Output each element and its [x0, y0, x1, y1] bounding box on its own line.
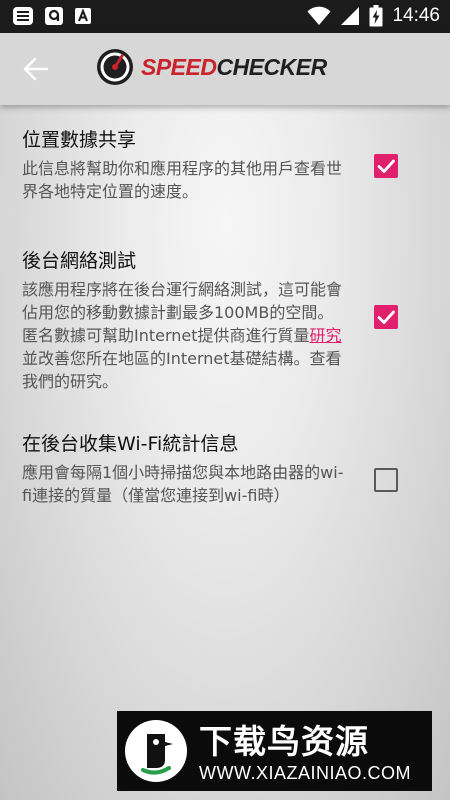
setting-title: 位置數據共享 — [22, 129, 137, 151]
watermark-url: WWW.XIAZAINIAO.COM — [199, 763, 411, 783]
wifi-icon — [307, 6, 331, 25]
font-notification-icon — [75, 8, 91, 24]
app-bar: SPEEDCHECKER — [0, 33, 450, 105]
location-sharing-checkbox[interactable] — [374, 154, 398, 178]
app-notification-icon — [45, 7, 63, 25]
watermark-title: 下载鸟资源 — [199, 722, 369, 761]
battery-charging-icon — [369, 5, 383, 27]
logo-checker-text: CHECKER — [216, 53, 327, 80]
wifi-stats-checkbox[interactable] — [374, 468, 398, 492]
arrow-left-icon — [23, 57, 49, 81]
background-network-test-checkbox[interactable] — [374, 305, 398, 329]
setting-description: 此信息將幫助你和應用程序的其他用戶查看世界各地特定位置的速度。 — [22, 159, 343, 201]
setting-description: 應用會每隔1個小時掃描您與本地路由器的wi-fi連接的質量（僅當您連接到wi-f… — [22, 463, 344, 505]
logo-speed-text: SPEED — [141, 53, 217, 80]
checkmark-icon — [377, 310, 395, 324]
notification-list-icon — [13, 7, 33, 25]
status-bar: 14:46 — [0, 0, 450, 33]
bird-icon — [141, 734, 173, 775]
status-bar-system: 14:46 — [307, 5, 440, 27]
watermark-banner: 下载鸟资源 WWW.XIAZAINIAO.COM — [117, 711, 432, 791]
setting-title: 後台網絡測試 — [22, 250, 137, 272]
setting-description: 該應用程序將在後台運行網絡測試，這可能會佔用您的移動數據計劃最多100MB的空間… — [22, 278, 352, 393]
watermark-logo — [125, 720, 187, 782]
checkmark-icon — [377, 159, 395, 173]
description-text: 並改善您所在地區的Internet基礎結構。查看我們的研究。 — [22, 349, 342, 391]
status-bar-notifications — [12, 6, 92, 26]
speedometer-icon — [97, 49, 133, 85]
logo-wordmark: SPEEDCHECKER — [141, 54, 327, 81]
research-link[interactable]: 研究 — [310, 326, 342, 345]
status-time: 14:46 — [392, 5, 440, 26]
back-button[interactable] — [18, 53, 54, 85]
description-text: 該應用程序將在後台運行網絡測試，這可能會佔用您的移動數據計劃最多100MB的空間… — [22, 280, 343, 345]
signal-icon — [341, 7, 360, 25]
setting-title: 在後台收集Wi-Fi統計信息 — [22, 433, 239, 455]
speedchecker-logo: SPEEDCHECKER — [95, 47, 327, 87]
